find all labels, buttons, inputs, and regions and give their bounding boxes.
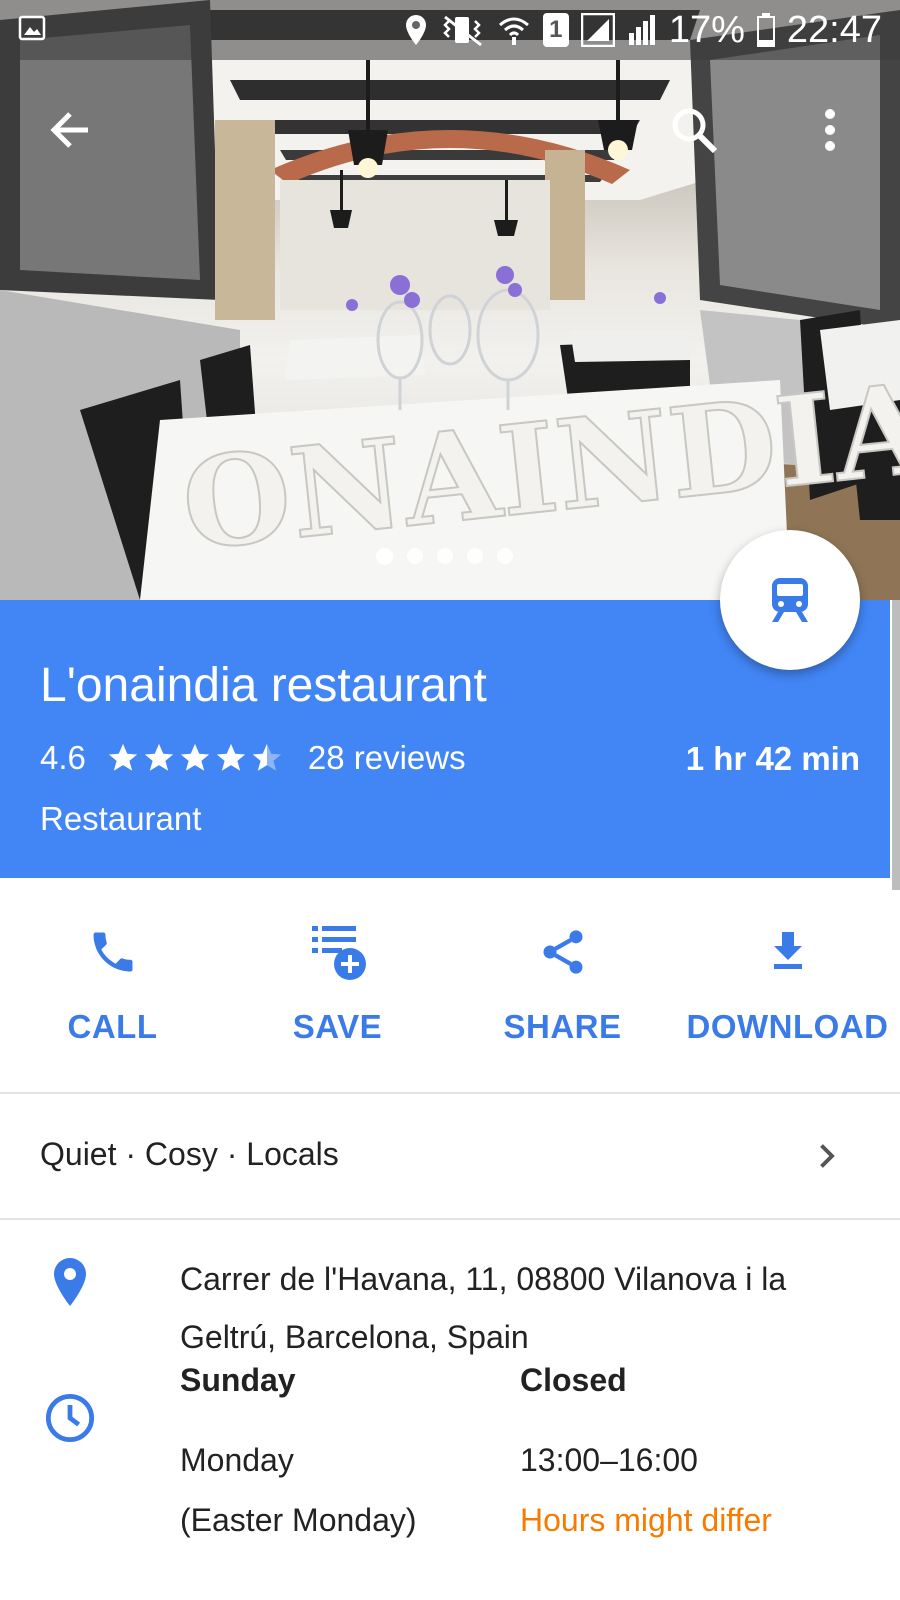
share-label: SHARE: [503, 1008, 622, 1045]
phone-icon: [93, 932, 132, 972]
gallery-notification-icon: [18, 15, 46, 41]
save-label: SAVE: [292, 1008, 383, 1045]
rating-value: 4.6: [40, 739, 86, 776]
share-icon: [543, 930, 582, 974]
hours-warning: Hours might differ: [520, 1502, 772, 1538]
download-icon: [773, 932, 802, 969]
call-label: CALL: [67, 1008, 158, 1045]
atmosphere-row[interactable]: Quiet · Cosy · Locals: [0, 1094, 900, 1218]
arrow-back-icon: [50, 112, 88, 148]
download-label: DOWNLOAD: [686, 1008, 889, 1045]
rating-row[interactable]: 4.6 28 reviews: [40, 736, 466, 780]
clock-time: 22:47: [786, 9, 882, 51]
star-full-icon: [180, 743, 210, 771]
hours-day: Sunday: [180, 1362, 296, 1398]
action-row: CALL SAVE SHARE DOWNLOAD: [0, 878, 900, 1092]
place-title: L'onaindia restaurant: [40, 659, 487, 712]
photo-pager: [376, 548, 513, 565]
atmosphere-summary: Quiet · Cosy · Locals: [40, 1136, 339, 1172]
wifi-icon: [498, 17, 529, 45]
travel-time: 1 hr 42 min: [685, 740, 860, 777]
location-pin-icon: [54, 1258, 86, 1306]
directions-fab[interactable]: [720, 530, 860, 670]
holiday-note: (Easter Monday): [180, 1502, 417, 1538]
chevron-right-icon: [820, 1144, 835, 1168]
save-to-list-icon: [311, 926, 366, 980]
more-options-button[interactable]: [800, 100, 860, 160]
star-half-icon: [252, 743, 282, 771]
star-full-icon: [108, 743, 138, 771]
restaurant-interior-image: ONAINDIA: [0, 0, 900, 600]
hours-value: Closed: [520, 1362, 627, 1398]
place-category: Restaurant: [40, 800, 202, 837]
pager-dot[interactable]: [376, 548, 393, 565]
pager-dot[interactable]: [497, 548, 513, 564]
save-button[interactable]: SAVE: [225, 878, 450, 1092]
star-full-icon: [144, 743, 174, 771]
search-icon: [672, 108, 718, 154]
review-count-link[interactable]: 28 reviews: [308, 739, 466, 777]
sim-1-badge: 1: [542, 13, 569, 47]
location-status-icon: [405, 15, 426, 45]
star-full-icon: [216, 743, 246, 771]
vibrate-mute-icon: [443, 15, 482, 47]
pager-dot[interactable]: [407, 548, 423, 564]
download-button[interactable]: DOWNLOAD: [675, 878, 900, 1092]
star-rating: [106, 741, 284, 775]
divider: [0, 1218, 900, 1220]
back-button[interactable]: [40, 100, 100, 160]
pager-dot[interactable]: [467, 548, 483, 564]
place-photo[interactable]: ONAINDIA 1 17% 22:47: [0, 0, 900, 600]
scrollbar[interactable]: [892, 600, 900, 890]
battery-icon: [756, 13, 775, 47]
share-button[interactable]: SHARE: [450, 878, 675, 1092]
search-button[interactable]: [664, 100, 724, 160]
battery-percent: 17%: [668, 9, 745, 51]
signal-sim2-icon: [628, 15, 655, 45]
hours-day: Monday: [180, 1442, 294, 1478]
call-button[interactable]: CALL: [0, 878, 225, 1092]
hours-value: 13:00–16:00: [520, 1442, 698, 1478]
train-icon: [772, 578, 808, 622]
signal-sim1-icon: [580, 13, 615, 47]
more-vert-icon: [825, 109, 835, 151]
clock-icon: [45, 1393, 95, 1443]
pager-dot[interactable]: [437, 548, 453, 564]
address-text[interactable]: Carrer de l'Havana, 11, 08800 Vilanova i…: [180, 1250, 860, 1366]
status-bar: 1 17% 22:47: [0, 0, 900, 60]
